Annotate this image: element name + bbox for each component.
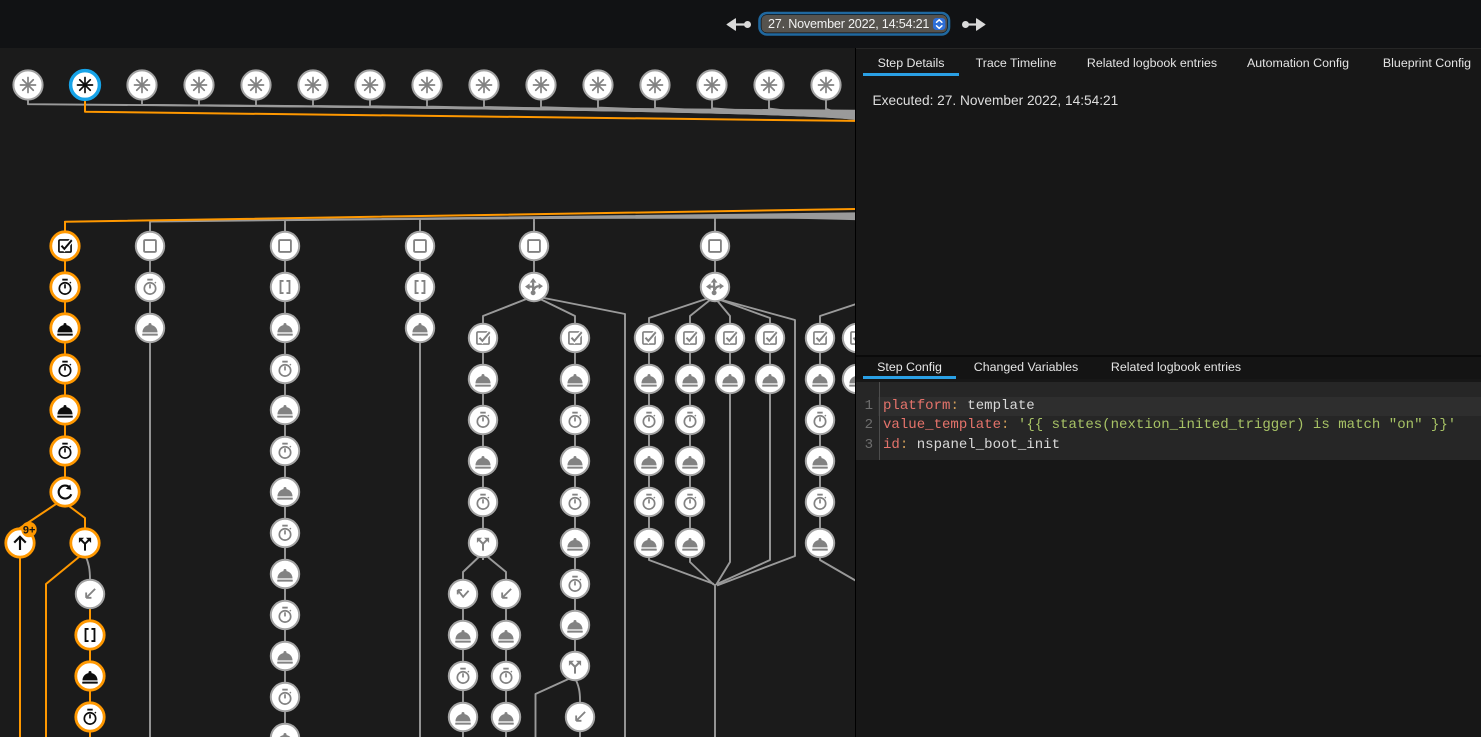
svg-text:27. November 2022, 14:54:21: 27. November 2022, 14:54:21 [768, 17, 929, 31]
svg-text:9+: 9+ [23, 525, 36, 537]
